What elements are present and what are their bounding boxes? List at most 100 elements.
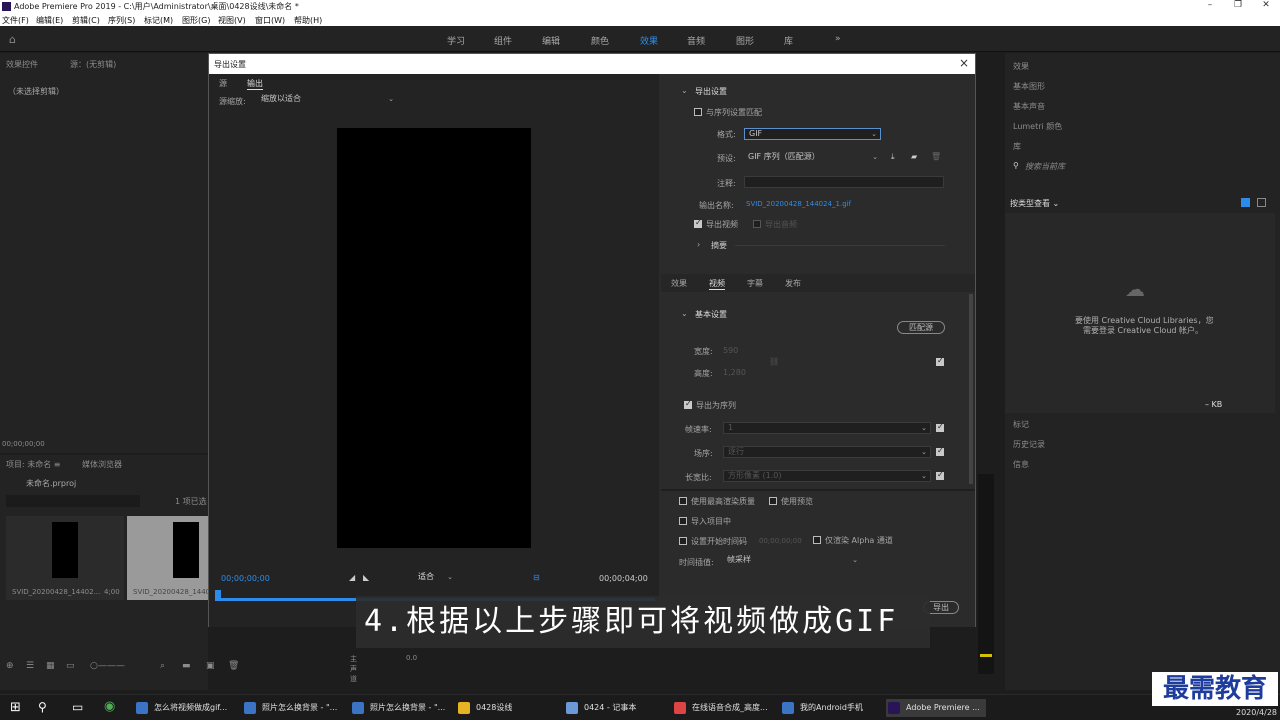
freeform-icon[interactable]: ▭ (66, 661, 75, 671)
menu-file[interactable]: 文件(F) (2, 15, 29, 26)
mark-out-icon[interactable]: ◣ (363, 573, 369, 582)
comment-input[interactable] (744, 176, 944, 188)
ws-assembly[interactable]: 组件 (494, 34, 512, 47)
tab-output[interactable]: 输出 (247, 78, 263, 90)
menu-graphics[interactable]: 图形(G) (182, 15, 210, 26)
expand-summary-icon[interactable]: › (697, 240, 700, 249)
new-bin-icon[interactable]: ▬ (182, 661, 191, 671)
collapse-basic-icon[interactable]: ⌄ (681, 309, 688, 318)
delete-preset-icon[interactable]: 🗑 (931, 152, 941, 161)
import-preset-icon[interactable]: ▰ (911, 152, 917, 161)
tab-video[interactable]: 视频 (709, 278, 725, 290)
panel-history[interactable]: 历史记录 (1013, 439, 1045, 450)
ws-more[interactable]: » (835, 34, 841, 44)
set-start-tc-checkbox[interactable] (679, 537, 687, 545)
panel-lumetri[interactable]: Lumetri 颜色 (1013, 121, 1062, 132)
search-bin-icon[interactable]: ⌕ (160, 661, 165, 671)
taskbar-item-premiere[interactable]: Adobe Premiere ... (886, 699, 986, 717)
zoom-slider[interactable]: ○——— (90, 661, 125, 671)
alpha-only-checkbox[interactable] (813, 536, 821, 544)
ws-graphics[interactable]: 图形 (736, 34, 754, 47)
summary-heading[interactable]: 摘要 (711, 240, 727, 251)
ws-effects[interactable]: 效果 (640, 34, 658, 47)
trash-icon[interactable]: 🗑 (228, 661, 239, 671)
panel-info[interactable]: 信息 (1013, 459, 1029, 470)
menu-marker[interactable]: 标记(M) (144, 15, 173, 26)
panel-markers[interactable]: 标记 (1013, 419, 1029, 430)
minimize-button[interactable]: – (1196, 0, 1224, 10)
library-search-input[interactable]: 搜索当前库 (1025, 161, 1065, 172)
taskbar-item[interactable]: 照片怎么换背景 - "... (242, 699, 342, 717)
icon-view-icon[interactable]: ▦ (46, 661, 55, 671)
tab-effects[interactable]: 效果 (671, 278, 687, 289)
fit-dropdown[interactable]: 适合 ⌄ (414, 572, 456, 584)
panel-libraries[interactable]: 库 (1013, 141, 1021, 152)
match-sequence-checkbox[interactable] (694, 108, 702, 116)
field-order-override-checkbox[interactable] (936, 446, 944, 456)
field-order-dropdown[interactable]: 逐行 ⌄ (723, 446, 931, 458)
export-audio-checkbox[interactable] (753, 220, 761, 228)
dialog-close-button[interactable]: × (959, 56, 969, 70)
close-window-button[interactable]: ✕ (1252, 0, 1280, 10)
menu-clip[interactable]: 剪辑(C) (72, 15, 100, 26)
match-source-button[interactable]: 匹配源 (897, 321, 945, 334)
menu-edit[interactable]: 编辑(E) (36, 15, 63, 26)
taskbar-item[interactable]: 0428设线 (456, 699, 556, 717)
collapse-export-icon[interactable]: ⌄ (681, 86, 688, 95)
mark-in-icon[interactable]: ◢ (349, 573, 355, 582)
current-timecode[interactable]: 00;00;00;00 (221, 574, 270, 583)
menu-window[interactable]: 窗口(W) (255, 15, 285, 26)
preset-dropdown[interactable]: GIF 序列（匹配源） ⌄ (744, 152, 881, 164)
settings-scrollbar[interactable] (969, 294, 973, 484)
height-value[interactable]: 1,280 (723, 368, 746, 377)
width-value[interactable]: 590 (723, 346, 738, 355)
clip-thumbnail[interactable]: SVID_20200428_14402... 4;00 (6, 516, 124, 600)
taskbar-item[interactable]: 在线语音合成_高度... (672, 699, 776, 717)
save-preset-icon[interactable]: ⤓ (891, 152, 895, 162)
project-search-input[interactable] (6, 495, 140, 507)
list-view-icon[interactable] (1257, 198, 1266, 207)
set-range-icon[interactable]: ⊟ (533, 573, 540, 582)
taskbar-item[interactable]: 怎么将视频做成gif... (134, 699, 234, 717)
grid-view-icon[interactable] (1241, 198, 1250, 207)
view-by-type-dropdown[interactable]: 按类型查看 ⌄ (1010, 198, 1059, 209)
ws-libraries[interactable]: 库 (784, 34, 793, 47)
taskbar-item[interactable]: 我的Android手机 (780, 699, 880, 717)
start-tc-value[interactable]: 00;00;00;00 (759, 537, 802, 545)
source-scale-dropdown[interactable]: 缩放以适合 ⌄ (257, 94, 397, 106)
playhead[interactable] (215, 590, 221, 600)
tab-media-browser[interactable]: 媒体浏览器 (82, 459, 122, 470)
taskbar-item[interactable]: 0424 - 记事本 (564, 699, 664, 717)
export-video-checkbox[interactable] (694, 218, 702, 228)
tab-effect-controls[interactable]: 效果控件 (6, 59, 38, 70)
frame-rate-override-checkbox[interactable] (936, 422, 944, 432)
tab-source[interactable]: 源：(无剪辑) (70, 59, 116, 70)
list-icon[interactable]: ☰ (26, 661, 34, 671)
menu-view[interactable]: 视图(V) (218, 15, 246, 26)
menu-sequence[interactable]: 序列(S) (108, 15, 135, 26)
interp-dropdown[interactable]: 帧采样 ⌄ (723, 555, 861, 567)
frame-rate-dropdown[interactable]: 1 ⌄ (723, 422, 931, 434)
clip-thumbnail-selected[interactable]: SVID_20200428_14402 (127, 516, 215, 600)
tab-source-output[interactable]: 源 (219, 78, 227, 89)
file-explorer-icon[interactable]: ▭ (72, 700, 83, 714)
width-override-checkbox[interactable] (936, 356, 944, 366)
export-as-sequence-checkbox[interactable] (684, 399, 692, 409)
app-icon[interactable]: ◉ (104, 699, 115, 714)
panel-effects[interactable]: 效果 (1013, 61, 1029, 72)
ws-editing[interactable]: 编辑 (542, 34, 560, 47)
ws-audio[interactable]: 音频 (687, 34, 705, 47)
taskbar-item[interactable]: 照片怎么换背景 - "... (350, 699, 450, 717)
output-name-link[interactable]: SVID_20200428_144024_1.gif (746, 200, 851, 208)
panel-essential-graphics[interactable]: 基本图形 (1013, 81, 1045, 92)
format-dropdown[interactable]: GIF ⌄ (744, 128, 881, 140)
windows-start-icon[interactable]: ⊞ (10, 700, 21, 715)
new-item-icon[interactable]: ▣ (206, 661, 215, 671)
ws-learn[interactable]: 学习 (447, 34, 465, 47)
home-icon[interactable]: ⌂ (9, 33, 16, 46)
aspect-override-checkbox[interactable] (936, 470, 944, 480)
ws-color[interactable]: 颜色 (591, 34, 609, 47)
tab-project[interactable]: 项目: 未命名 ≡ (6, 459, 60, 470)
link-dimensions-icon[interactable]: ⛓ (769, 357, 779, 366)
tab-publish[interactable]: 发布 (785, 278, 801, 289)
